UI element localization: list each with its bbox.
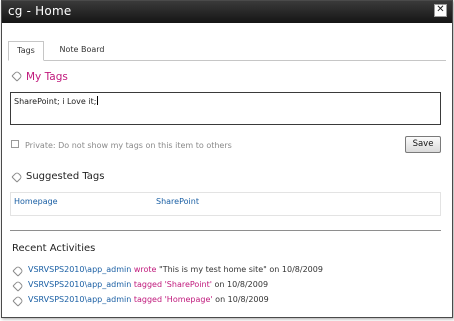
- save-button[interactable]: Save: [405, 136, 441, 153]
- tag-icon: [11, 70, 23, 82]
- activity-date: on 10/8/2009: [215, 295, 269, 304]
- note-icon: [12, 265, 24, 277]
- tab-strip: Tags Note Board: [8, 41, 446, 61]
- tag-icon: [12, 295, 24, 307]
- suggested-tags-list: Homepage SharePoint: [10, 192, 441, 216]
- activity-date: on 10/8/2009: [269, 265, 323, 274]
- activity-tag-link[interactable]: 'SharePoint': [165, 280, 212, 289]
- activity-text: VSRVSPS2010\app_admin tagged 'SharePoint…: [28, 280, 268, 289]
- close-icon[interactable]: ✕: [434, 4, 447, 17]
- section-divider: [10, 230, 441, 231]
- private-checkbox[interactable]: [11, 140, 19, 148]
- text-cursor: [97, 96, 99, 105]
- activity-verb: tagged: [133, 280, 163, 289]
- tab-note-board[interactable]: Note Board: [52, 41, 112, 59]
- title-bar[interactable]: cg - Home ✕: [2, 1, 452, 23]
- my-tags-value-text: SharePoint; i Love it;: [14, 97, 97, 106]
- activity-date: on 10/8/2009: [214, 280, 269, 289]
- private-label: Private: Do not show my tags on this ite…: [25, 141, 232, 150]
- tag-icon: [11, 171, 23, 183]
- activity-user-link[interactable]: VSRVSPS2010\app_admin: [28, 265, 131, 274]
- suggested-tag-sharepoint[interactable]: SharePoint: [156, 197, 199, 206]
- activity-text: VSRVSPS2010\app_admin tagged 'Homepage' …: [28, 295, 269, 304]
- my-tags-heading: My Tags: [26, 71, 68, 83]
- suggested-tag-homepage[interactable]: Homepage: [14, 197, 58, 206]
- activity-verb: wrote: [133, 265, 157, 274]
- my-tags-value: SharePoint; i Love it;: [14, 96, 99, 106]
- recent-activities-heading: Recent Activities: [12, 243, 96, 254]
- activity-user-link[interactable]: VSRVSPS2010\app_admin: [28, 280, 131, 289]
- my-tags-input[interactable]: SharePoint; i Love it;: [10, 92, 441, 125]
- suggested-tags-heading: Suggested Tags: [26, 171, 105, 182]
- activity-object: "This is my test home site": [159, 265, 267, 274]
- tab-tags[interactable]: Tags: [8, 41, 44, 61]
- window-title: cg - Home: [8, 4, 72, 18]
- tag-icon: [12, 280, 24, 292]
- activity-user-link[interactable]: VSRVSPS2010\app_admin: [28, 295, 131, 304]
- activity-tag-link[interactable]: 'Homepage': [165, 295, 213, 304]
- activity-text: VSRVSPS2010\app_admin wrote "This is my …: [28, 265, 323, 274]
- tags-dialog: cg - Home ✕ Tags Note Board My Tags Shar…: [1, 0, 453, 318]
- activity-verb: tagged: [133, 295, 163, 304]
